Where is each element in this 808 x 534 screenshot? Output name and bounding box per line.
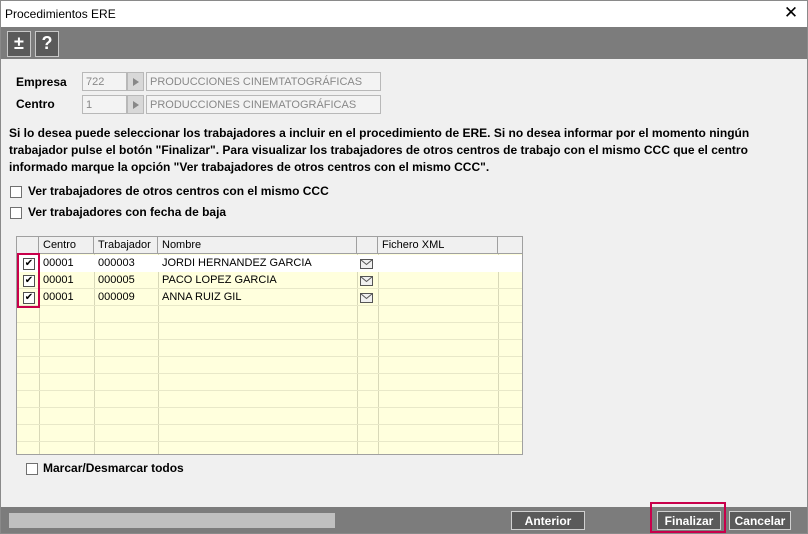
anterior-button[interactable]: Anterior <box>511 511 585 530</box>
table-row[interactable]: ✔ 00001 000003 JORDI HERNANDEZ GARCIA <box>17 255 522 272</box>
close-icon[interactable]: ✕ <box>781 3 801 23</box>
centro-name-field: PRODUCCIONES CINEMATOGRÁFICAS <box>146 95 381 114</box>
dialog-window: Procedimientos ERE ✕ ± ? Empresa 722 PRO… <box>0 0 808 534</box>
cell-nombre: JORDI HERNANDEZ GARCIA <box>162 257 312 269</box>
cell-centro: 00001 <box>43 274 74 286</box>
selection-highlight <box>17 253 40 308</box>
envelope-icon[interactable] <box>360 259 373 269</box>
toolbar: ± ? <box>1 27 807 59</box>
add-remove-button[interactable]: ± <box>7 31 31 57</box>
cell-trabajador: 000003 <box>98 257 135 269</box>
cell-fichero-xml <box>378 272 382 289</box>
envelope-icon[interactable] <box>360 293 373 303</box>
window-title: Procedimientos ERE <box>5 7 116 21</box>
row-divider <box>17 339 522 340</box>
header-select-column <box>17 237 39 253</box>
header-centro[interactable]: Centro <box>39 237 94 253</box>
select-all-label: Marcar/Desmarcar todos <box>43 461 184 475</box>
finalizar-highlight <box>650 502 726 533</box>
play-arrow-icon <box>133 78 139 86</box>
cell-trabajador: 000005 <box>98 274 135 286</box>
header-trabajador[interactable]: Trabajador <box>94 237 158 253</box>
fecha-baja-checkbox[interactable] <box>10 207 22 219</box>
cell-centro: 00001 <box>43 257 74 269</box>
cell-fichero-xml <box>378 289 382 306</box>
info-text: Si lo desea puede seleccionar los trabaj… <box>9 126 750 174</box>
main-content: Empresa 722 PRODUCCIONES CINEMTATOGRÁFIC… <box>1 59 807 507</box>
row-divider <box>17 356 522 357</box>
cell-nombre: ANNA RUIZ GIL <box>162 291 242 303</box>
centro-label: Centro <box>16 97 55 111</box>
cancelar-button[interactable]: Cancelar <box>729 511 791 530</box>
cell-nombre: PACO LOPEZ GARCIA <box>162 274 277 286</box>
play-arrow-icon <box>133 101 139 109</box>
cell-centro: 00001 <box>43 291 74 303</box>
select-all-checkbox[interactable] <box>26 463 38 475</box>
row-divider <box>17 407 522 408</box>
empresa-name-field: PRODUCCIONES CINEMTATOGRÁFICAS <box>146 72 381 91</box>
row-divider <box>17 373 522 374</box>
header-nombre[interactable]: Nombre <box>158 237 357 253</box>
row-divider <box>17 390 522 391</box>
row-divider <box>17 322 522 323</box>
empresa-label: Empresa <box>16 75 67 89</box>
help-button[interactable]: ? <box>35 31 59 57</box>
header-fichero-xml[interactable]: Fichero XML <box>378 237 498 253</box>
header-icon-column <box>357 237 378 253</box>
otros-centros-checkbox[interactable] <box>10 186 22 198</box>
bottom-bar: Anterior Finalizar Cancelar <box>1 502 807 533</box>
fecha-baja-label: Ver trabajadores con fecha de baja <box>28 205 227 219</box>
workers-table: Centro Trabajador Nombre Fichero XML ✔ 0… <box>16 236 523 455</box>
progress-bar <box>9 513 335 528</box>
table-row[interactable]: ✔ 00001 000005 PACO LOPEZ GARCIA <box>17 272 522 289</box>
centro-lookup-button[interactable] <box>127 95 144 114</box>
cell-trabajador: 000009 <box>98 291 135 303</box>
table-row[interactable]: ✔ 00001 000009 ANNA RUIZ GIL <box>17 289 522 306</box>
cell-fichero-xml <box>378 255 382 272</box>
table-header: Centro Trabajador Nombre Fichero XML <box>17 237 522 254</box>
centro-code-field[interactable]: 1 <box>82 95 127 114</box>
row-divider <box>17 424 522 425</box>
envelope-icon[interactable] <box>360 276 373 286</box>
empresa-lookup-button[interactable] <box>127 72 144 91</box>
otros-centros-label: Ver trabajadores de otros centros con el… <box>28 184 329 198</box>
empresa-code-field[interactable]: 722 <box>82 72 127 91</box>
row-divider <box>17 441 522 442</box>
title-bar: Procedimientos ERE ✕ <box>1 1 807 27</box>
